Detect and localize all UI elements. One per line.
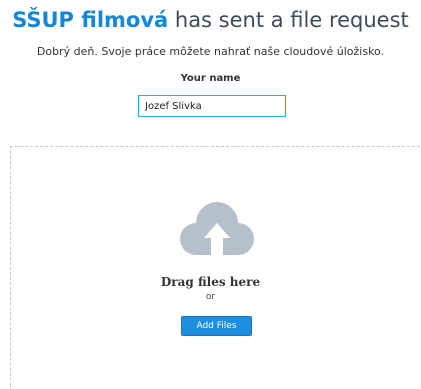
sender-name: SŠUP filmová	[12, 8, 169, 32]
page-title: SŠUP filmová has sent a file request	[0, 6, 421, 34]
add-files-button[interactable]: Add Files	[181, 316, 252, 336]
your-name-input[interactable]	[138, 95, 286, 117]
drag-files-text: Drag files here	[160, 275, 261, 289]
file-request-page: SŠUP filmová has sent a file request Dob…	[0, 0, 421, 389]
file-drop-zone[interactable]	[10, 146, 421, 389]
your-name-label: Your name	[180, 73, 241, 84]
request-message: Dobrý deň. Svoje práce môžete nahrať naš…	[36, 45, 385, 58]
or-text: or	[205, 292, 216, 302]
title-text: has sent a file request	[168, 8, 409, 32]
cloud-upload-icon	[180, 202, 254, 265]
